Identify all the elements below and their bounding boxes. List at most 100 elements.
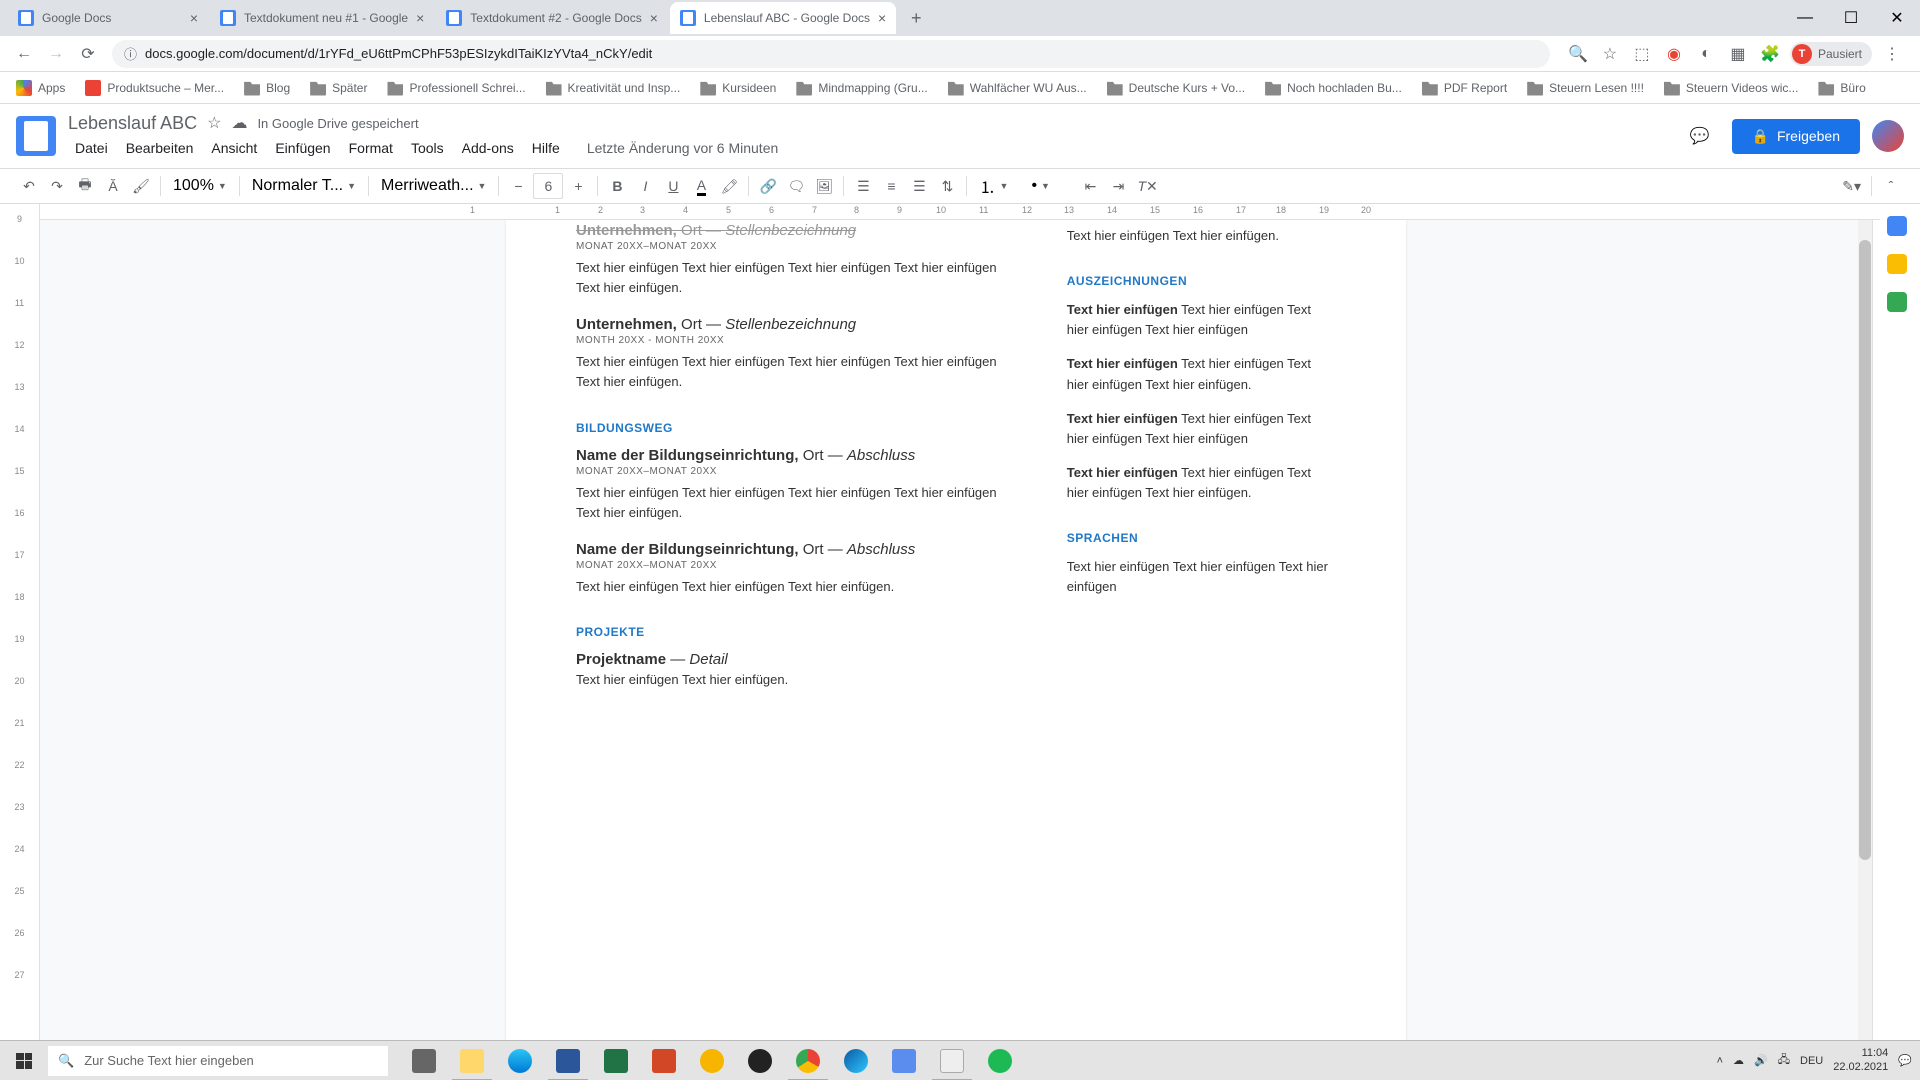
font-dropdown[interactable]: Merriweath...▼ bbox=[375, 177, 492, 195]
new-tab-button[interactable]: + bbox=[902, 4, 930, 32]
close-window-button[interactable]: ✕ bbox=[1874, 2, 1920, 34]
clear-format-button[interactable]: T✕ bbox=[1133, 173, 1161, 199]
star-icon[interactable]: ☆ bbox=[207, 113, 221, 133]
editing-mode-button[interactable]: ✎▾ bbox=[1838, 173, 1865, 199]
lang-text[interactable]: Text hier einfügen Text hier einfügen Te… bbox=[1067, 557, 1336, 597]
docs-logo[interactable] bbox=[16, 116, 56, 156]
redo-button[interactable]: ↷ bbox=[44, 173, 70, 199]
taskbar-spotify[interactable] bbox=[976, 1041, 1024, 1080]
taskbar-excel[interactable] bbox=[592, 1041, 640, 1080]
bookmark-folder[interactable]: Später bbox=[302, 76, 375, 100]
menu-tools[interactable]: Tools bbox=[404, 136, 451, 160]
tab-textdok-2[interactable]: Textdokument #2 - Google Docs × bbox=[436, 2, 668, 34]
taskbar-edge-2[interactable] bbox=[832, 1041, 880, 1080]
task-view-button[interactable] bbox=[400, 1041, 448, 1080]
image-button[interactable]: 🖼 bbox=[811, 173, 837, 199]
zoom-icon[interactable]: 🔍 bbox=[1566, 42, 1590, 66]
link-button[interactable]: 🔗 bbox=[755, 173, 781, 199]
site-info-icon[interactable]: ⓘ bbox=[124, 44, 137, 63]
bookmark-folder[interactable]: Mindmapping (Gru... bbox=[788, 76, 935, 100]
side-text[interactable]: Text hier einfügen Text hier einfügen. bbox=[1067, 226, 1336, 246]
back-button[interactable]: ← bbox=[8, 38, 40, 70]
horizontal-ruler[interactable]: 1 1 2 3 4 5 6 7 8 9 10 11 12 13 14 15 16… bbox=[40, 204, 1880, 220]
bookmark-folder[interactable]: Wahlfächer WU Aus... bbox=[940, 76, 1095, 100]
taskbar-obs[interactable] bbox=[736, 1041, 784, 1080]
close-icon[interactable]: × bbox=[182, 10, 198, 26]
award-item[interactable]: Text hier einfügen Text hier einfügen Te… bbox=[1067, 409, 1336, 449]
taskbar-chrome[interactable] bbox=[784, 1041, 832, 1080]
document-canvas[interactable]: Unternehmen, Ort — Stellenbezeichnung MO… bbox=[40, 204, 1872, 1040]
cloud-icon[interactable]: ☁ bbox=[231, 113, 247, 133]
comments-button[interactable]: 💬 bbox=[1680, 116, 1720, 156]
taskbar-search[interactable]: 🔍 Zur Suche Text hier eingeben bbox=[48, 1046, 388, 1076]
bulleted-list-button[interactable]: • ▼ bbox=[1025, 177, 1075, 195]
close-icon[interactable]: × bbox=[408, 10, 424, 26]
align-left-button[interactable]: ☰ bbox=[850, 173, 876, 199]
menu-datei[interactable]: Datei bbox=[68, 136, 115, 160]
entry-body[interactable]: Text hier einfügen Text hier einfügen Te… bbox=[576, 352, 1007, 392]
comment-button[interactable]: 🗨 bbox=[783, 173, 809, 199]
spellcheck-button[interactable]: Ă bbox=[100, 173, 126, 199]
award-item[interactable]: Text hier einfügen Text hier einfügen Te… bbox=[1067, 300, 1336, 340]
entry-date[interactable]: MONAT 20XX–MONAT 20XX bbox=[576, 560, 1007, 571]
bookmark-star-icon[interactable]: ☆ bbox=[1598, 42, 1622, 66]
menu-ansicht[interactable]: Ansicht bbox=[204, 136, 264, 160]
extension-icon-3[interactable]: ▦ bbox=[1726, 42, 1750, 66]
menu-bearbeiten[interactable]: Bearbeiten bbox=[119, 136, 201, 160]
tasks-icon[interactable] bbox=[1887, 292, 1907, 312]
entry-body[interactable]: Text hier einfügen Text hier einfügen Te… bbox=[576, 258, 1007, 298]
vertical-ruler[interactable]: 9 10 11 12 13 14 15 16 17 18 19 20 21 22… bbox=[0, 204, 40, 1040]
font-size-decrease[interactable]: − bbox=[505, 173, 531, 199]
numbered-list-button[interactable]: ⒈▼ bbox=[973, 174, 1023, 198]
entry-date[interactable]: MONTH 20XX - MONTH 20XX bbox=[576, 335, 1007, 346]
menu-addons[interactable]: Add-ons bbox=[455, 136, 521, 160]
scrollbar-thumb[interactable] bbox=[1859, 240, 1871, 860]
award-item[interactable]: Text hier einfügen Text hier einfügen Te… bbox=[1067, 463, 1336, 503]
align-right-button[interactable]: ☰ bbox=[906, 173, 932, 199]
indent-decrease-button[interactable]: ⇤ bbox=[1077, 173, 1103, 199]
section-heading-projekte[interactable]: PROJEKTE bbox=[576, 625, 1007, 639]
apps-button[interactable]: Apps bbox=[8, 76, 73, 100]
taskbar-edge[interactable] bbox=[496, 1041, 544, 1080]
font-size-increase[interactable]: + bbox=[565, 173, 591, 199]
edu-entry[interactable]: Name der Bildungseinrichtung, Ort — Absc… bbox=[576, 447, 1007, 464]
bookmark-folder[interactable]: Steuern Lesen !!!! bbox=[1519, 76, 1652, 100]
taskbar-explorer[interactable] bbox=[448, 1041, 496, 1080]
taskbar-notepad[interactable] bbox=[928, 1041, 976, 1080]
menu-einfuegen[interactable]: Einfügen bbox=[268, 136, 337, 160]
zoom-dropdown[interactable]: 100%▼ bbox=[167, 177, 233, 195]
taskbar-app-2[interactable] bbox=[880, 1041, 928, 1080]
entry-body[interactable]: Text hier einfügen Text hier einfügen. bbox=[576, 670, 1007, 690]
line-spacing-button[interactable]: ⇅ bbox=[934, 173, 960, 199]
bookmark-folder[interactable]: PDF Report bbox=[1414, 76, 1515, 100]
clock[interactable]: 11:04 22.02.2021 bbox=[1833, 1047, 1888, 1073]
tab-google-docs[interactable]: Google Docs × bbox=[8, 2, 208, 34]
text-color-button[interactable]: A bbox=[688, 173, 714, 199]
entry-date[interactable]: MONAT 20XX–MONAT 20XX bbox=[576, 466, 1007, 477]
indent-increase-button[interactable]: ⇥ bbox=[1105, 173, 1131, 199]
forward-button[interactable]: → bbox=[40, 38, 72, 70]
start-button[interactable] bbox=[0, 1041, 48, 1080]
section-heading-sprachen[interactable]: SPRACHEN bbox=[1067, 531, 1336, 545]
highlight-button[interactable]: 🖍 bbox=[716, 173, 742, 199]
close-icon[interactable]: × bbox=[642, 10, 658, 26]
bookmark-folder[interactable]: Büro bbox=[1810, 76, 1873, 100]
onedrive-icon[interactable]: ☁ bbox=[1733, 1054, 1744, 1067]
document-title[interactable]: Lebenslauf ABC bbox=[68, 113, 197, 134]
taskbar-app[interactable] bbox=[688, 1041, 736, 1080]
taskbar-powerpoint[interactable] bbox=[640, 1041, 688, 1080]
last-edit-label[interactable]: Letzte Änderung vor 6 Minuten bbox=[571, 136, 785, 160]
extension-icon[interactable]: ◉ bbox=[1662, 42, 1686, 66]
minimize-button[interactable]: — bbox=[1782, 2, 1828, 34]
reader-icon[interactable]: ⬚ bbox=[1630, 42, 1654, 66]
extension-icon-2[interactable]: ◐ bbox=[1694, 42, 1718, 66]
page[interactable]: Unternehmen, Ort — Stellenbezeichnung MO… bbox=[506, 220, 1406, 1040]
award-item[interactable]: Text hier einfügen Text hier einfügen Te… bbox=[1067, 354, 1336, 394]
print-button[interactable]: 🖶 bbox=[72, 173, 98, 199]
bookmark-folder[interactable]: Kursideen bbox=[692, 76, 784, 100]
bookmark-folder[interactable]: Noch hochladen Bu... bbox=[1257, 76, 1410, 100]
chrome-menu-icon[interactable]: ⋮ bbox=[1880, 42, 1904, 66]
taskbar-word[interactable] bbox=[544, 1041, 592, 1080]
bookmark-item[interactable]: Produktsuche – Mer... bbox=[77, 76, 232, 100]
tab-textdok-1[interactable]: Textdokument neu #1 - Google × bbox=[210, 2, 434, 34]
